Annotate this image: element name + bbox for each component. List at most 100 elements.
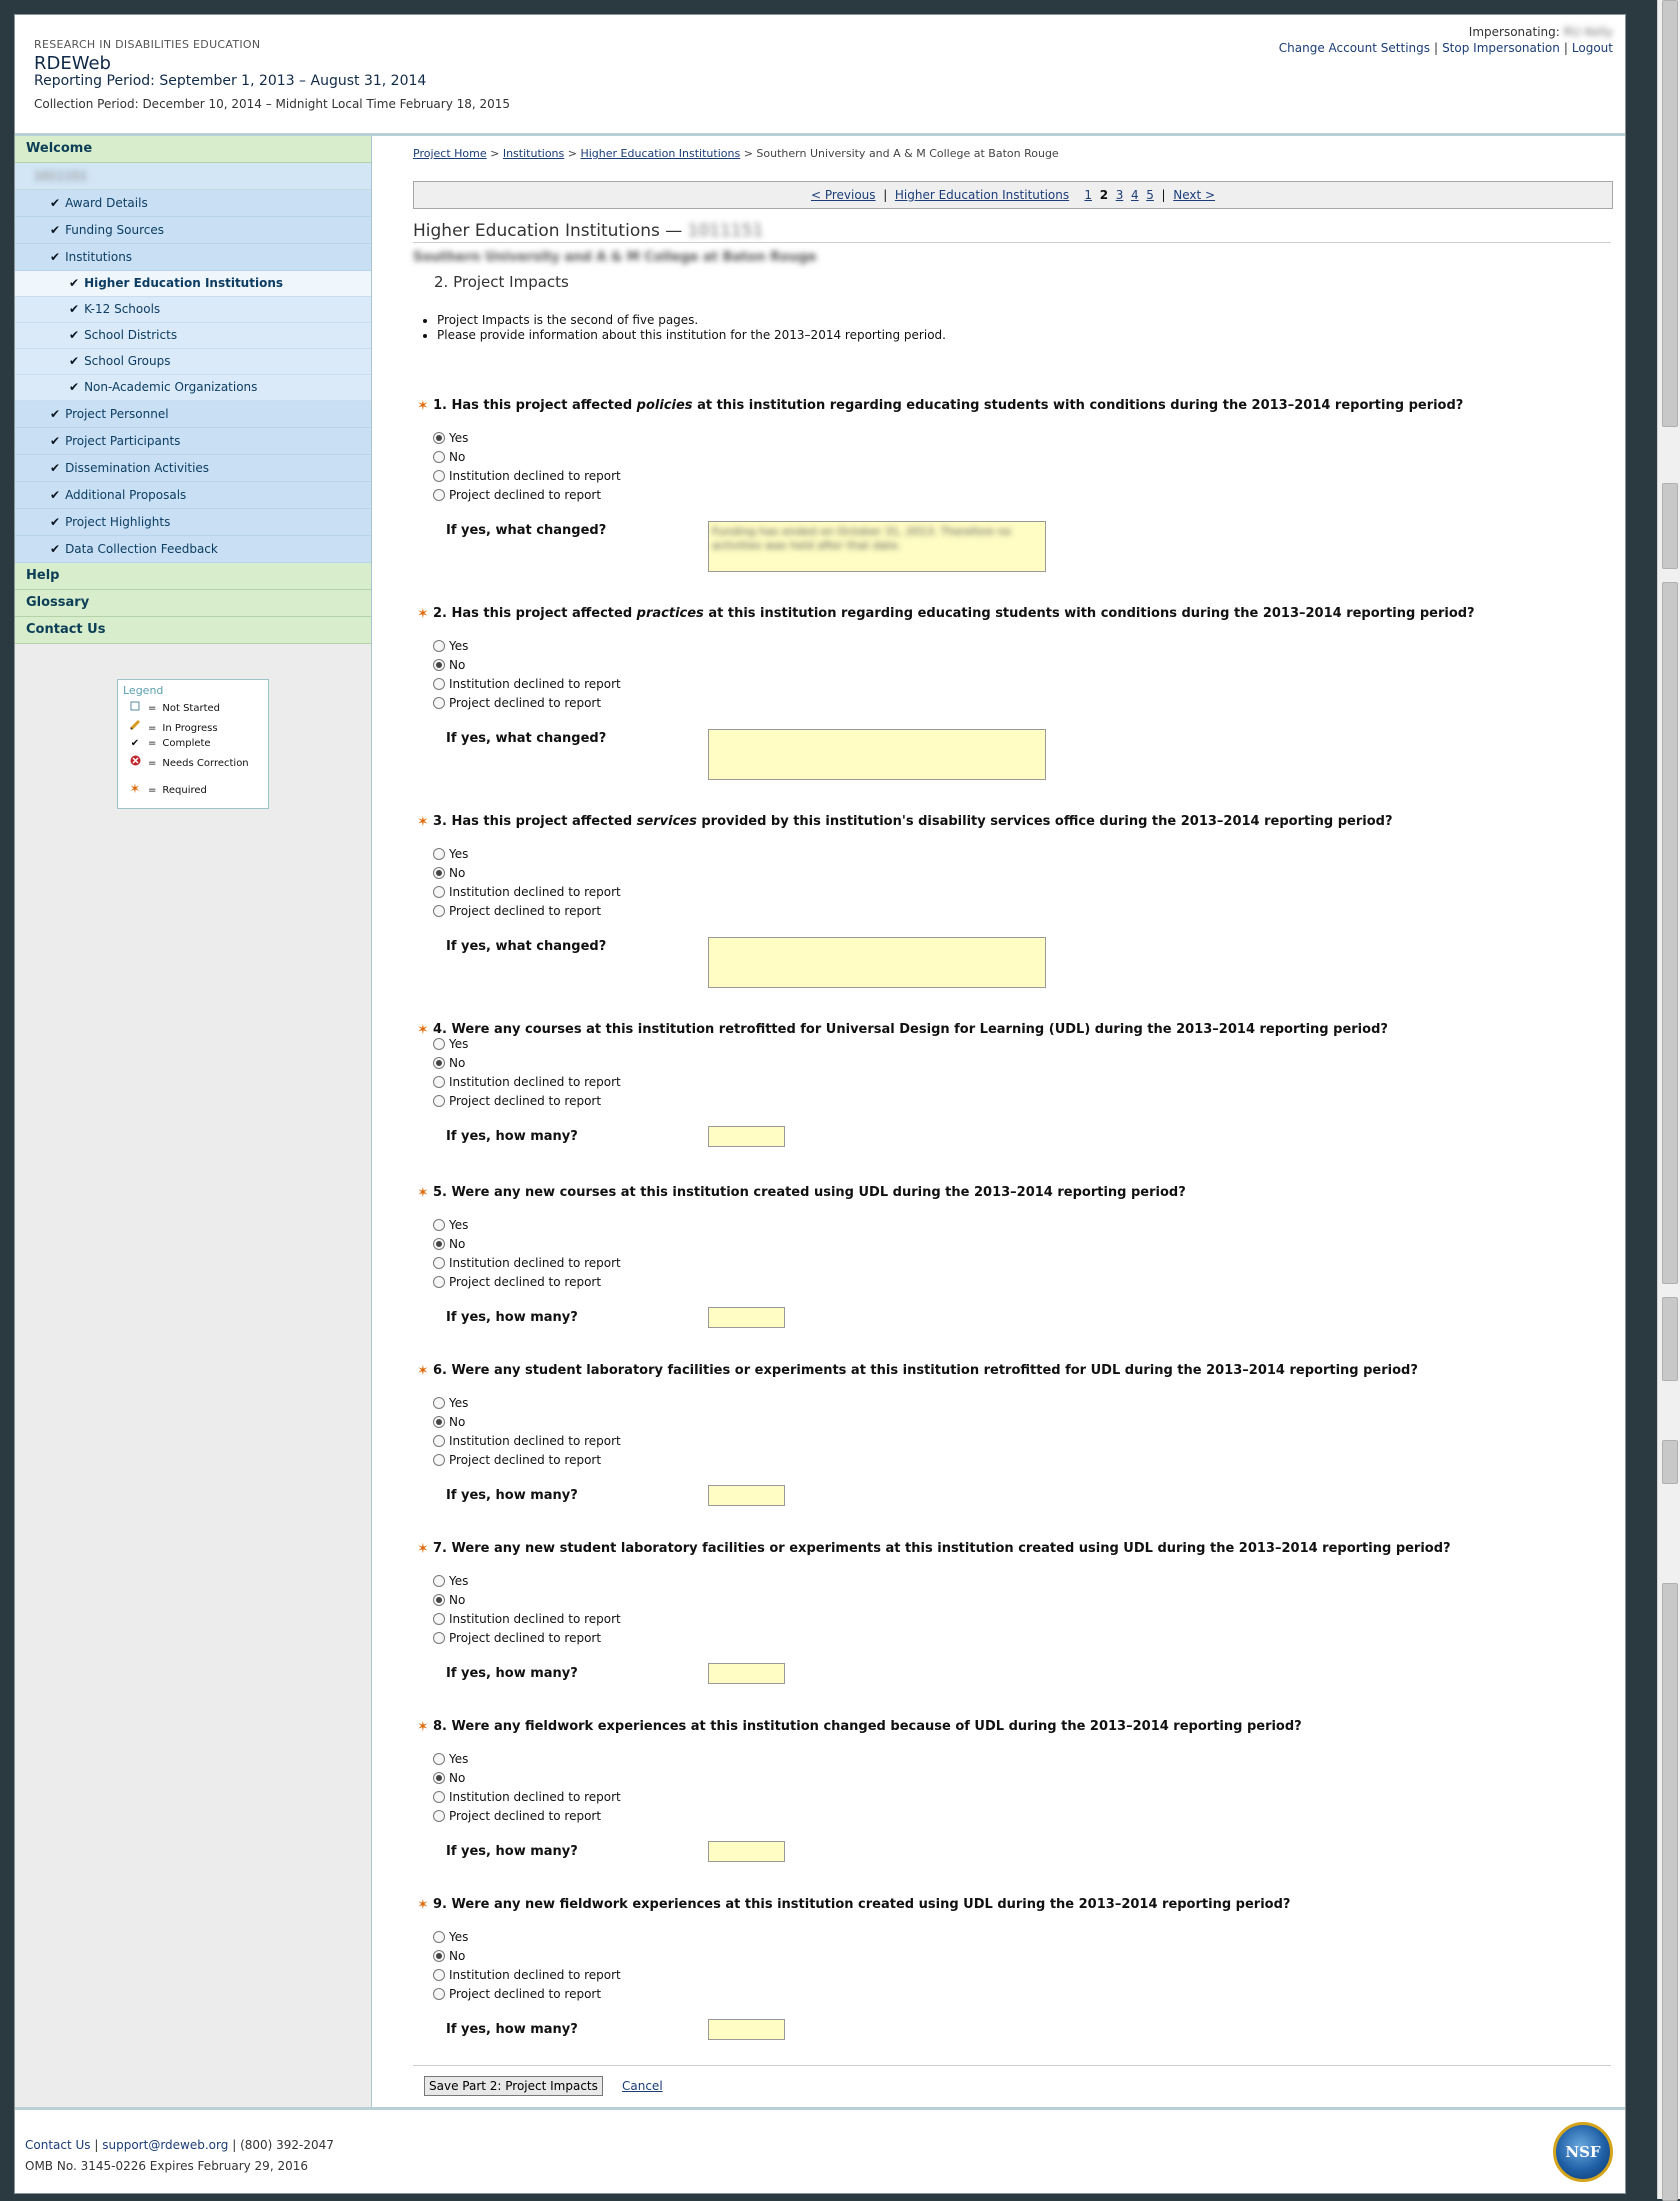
radio-button[interactable] (433, 1037, 445, 1050)
breadcrumb-institutions[interactable]: Institutions (503, 147, 564, 160)
radio-button[interactable] (433, 1631, 445, 1644)
footer-email-link[interactable]: support@rdeweb.org (102, 2138, 228, 2152)
radio-button[interactable] (433, 1752, 445, 1765)
sidebar-item-additional-proposals[interactable]: ✔ Additional Proposals (15, 482, 371, 509)
what-changed-textarea[interactable]: Funding has ended on October 31, 2013. T… (708, 521, 1046, 572)
radio-project-declined[interactable]: Project declined to report (433, 1273, 601, 1292)
radio-button[interactable] (433, 1434, 445, 1447)
sidebar-item-school-districts[interactable]: ✔ School Districts (15, 323, 371, 349)
sidebar-item-glossary[interactable]: Glossary (15, 590, 371, 617)
sidebar-item-welcome[interactable]: Welcome (15, 136, 371, 163)
sidebar-item-k12-schools[interactable]: ✔ K-12 Schools (15, 297, 371, 323)
breadcrumb-project-home[interactable]: Project Home (413, 147, 487, 160)
sidebar-item-award-details[interactable]: ✔ Award Details (15, 190, 371, 217)
radio-project-declined[interactable]: Project declined to report (433, 1807, 601, 1826)
radio-button[interactable] (433, 639, 445, 652)
radio-button[interactable] (433, 866, 445, 879)
what-changed-textarea[interactable] (708, 729, 1046, 780)
radio-button[interactable] (433, 1790, 445, 1803)
how-many-input[interactable] (708, 1485, 785, 1506)
how-many-input[interactable] (708, 2019, 785, 2040)
radio-institution-declined[interactable]: Institution declined to report (433, 1254, 621, 1273)
radio-button[interactable] (433, 1809, 445, 1822)
stop-impersonation-link[interactable]: Stop Impersonation (1442, 41, 1560, 55)
radio-button[interactable] (433, 847, 445, 860)
radio-button[interactable] (433, 1987, 445, 2000)
radio-project-declined[interactable]: Project declined to report (433, 1092, 601, 1111)
radio-button[interactable] (433, 1574, 445, 1587)
how-many-input[interactable] (708, 1126, 785, 1147)
radio-yes[interactable]: Yes (433, 1216, 468, 1235)
radio-button[interactable] (433, 1218, 445, 1231)
radio-button[interactable] (433, 1075, 445, 1088)
radio-button[interactable] (433, 431, 445, 444)
radio-no[interactable]: No (433, 864, 465, 883)
radio-no[interactable]: No (433, 1054, 465, 1073)
radio-yes[interactable]: Yes (433, 845, 468, 864)
breadcrumb-hei[interactable]: Higher Education Institutions (580, 147, 740, 160)
radio-institution-declined[interactable]: Institution declined to report (433, 883, 621, 902)
page-link-3[interactable]: 3 (1116, 188, 1124, 202)
sidebar-item-funding-sources[interactable]: ✔ Funding Sources (15, 217, 371, 244)
radio-button[interactable] (433, 1593, 445, 1606)
save-button[interactable]: Save Part 2: Project Impacts (424, 2076, 603, 2096)
sidebar-item-higher-education-institutions[interactable]: ✔ Higher Education Institutions (15, 271, 371, 297)
scrollbar[interactable] (1657, 0, 1680, 2201)
radio-project-declined[interactable]: Project declined to report (433, 694, 601, 713)
radio-yes[interactable]: Yes (433, 1928, 468, 1947)
radio-no[interactable]: No (433, 1413, 465, 1432)
sidebar-item-dissemination-activities[interactable]: ✔ Dissemination Activities (15, 455, 371, 482)
scrollbar-thumb[interactable] (1662, 0, 1678, 427)
radio-button[interactable] (433, 1275, 445, 1288)
sidebar-item-non-academic-organizations[interactable]: ✔ Non-Academic Organizations (15, 375, 371, 401)
radio-yes[interactable]: Yes (433, 1394, 468, 1413)
radio-project-declined[interactable]: Project declined to report (433, 1451, 601, 1470)
radio-button[interactable] (433, 1968, 445, 1981)
radio-button[interactable] (433, 1237, 445, 1250)
radio-button[interactable] (433, 1396, 445, 1409)
radio-no[interactable]: No (433, 448, 465, 467)
sidebar-item-help[interactable]: Help (15, 563, 371, 590)
radio-button[interactable] (433, 696, 445, 709)
radio-button[interactable] (433, 1612, 445, 1625)
radio-button[interactable] (433, 1771, 445, 1784)
radio-yes[interactable]: Yes (433, 1572, 468, 1591)
radio-button[interactable] (433, 1930, 445, 1943)
page-link-4[interactable]: 4 (1131, 188, 1139, 202)
radio-button[interactable] (433, 677, 445, 690)
sidebar-item-institutions[interactable]: ✔ Institutions (15, 244, 371, 271)
sidebar-item-project-highlights[interactable]: ✔ Project Highlights (15, 509, 371, 536)
radio-button[interactable] (433, 1256, 445, 1269)
radio-no[interactable]: No (433, 1769, 465, 1788)
radio-no[interactable]: No (433, 656, 465, 675)
radio-no[interactable]: No (433, 1235, 465, 1254)
sidebar-item-project[interactable]: 1011151 (15, 163, 371, 190)
logout-link[interactable]: Logout (1572, 41, 1613, 55)
sidebar-item-contact-us[interactable]: Contact Us (15, 617, 371, 644)
page-link-5[interactable]: 5 (1146, 188, 1154, 202)
radio-button[interactable] (433, 1949, 445, 1962)
how-many-input[interactable] (708, 1841, 785, 1862)
sidebar-item-data-collection-feedback[interactable]: ✔ Data Collection Feedback (15, 536, 371, 563)
radio-button[interactable] (433, 450, 445, 463)
radio-button[interactable] (433, 885, 445, 898)
radio-project-declined[interactable]: Project declined to report (433, 1985, 601, 2004)
footer-contact-link[interactable]: Contact Us (25, 2138, 91, 2152)
change-account-settings-link[interactable]: Change Account Settings (1279, 41, 1430, 55)
radio-no[interactable]: No (433, 1947, 465, 1966)
next-link[interactable]: Next > (1173, 188, 1215, 202)
radio-yes[interactable]: Yes (433, 1035, 468, 1054)
radio-institution-declined[interactable]: Institution declined to report (433, 675, 621, 694)
radio-institution-declined[interactable]: Institution declined to report (433, 467, 621, 486)
how-many-input[interactable] (708, 1663, 785, 1684)
previous-link[interactable]: < Previous (811, 188, 876, 202)
cancel-link[interactable]: Cancel (622, 2079, 663, 2093)
radio-button[interactable] (433, 658, 445, 671)
sidebar-item-project-personnel[interactable]: ✔ Project Personnel (15, 401, 371, 428)
radio-button[interactable] (433, 1094, 445, 1107)
radio-button[interactable] (433, 1415, 445, 1428)
radio-button[interactable] (433, 1453, 445, 1466)
sidebar-item-school-groups[interactable]: ✔ School Groups (15, 349, 371, 375)
radio-institution-declined[interactable]: Institution declined to report (433, 1788, 621, 1807)
radio-project-declined[interactable]: Project declined to report (433, 486, 601, 505)
